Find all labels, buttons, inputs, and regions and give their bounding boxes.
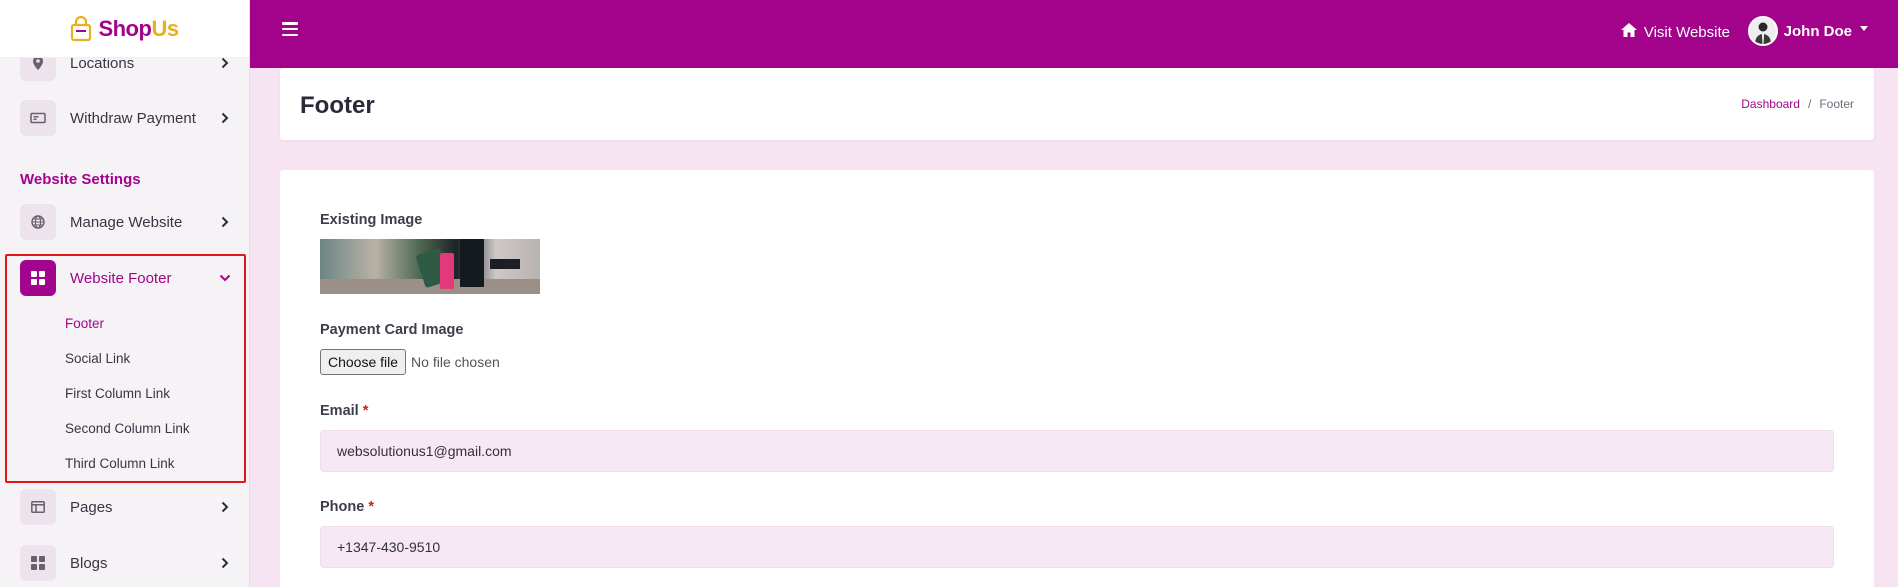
email-value: websolutionus1@gmail.com	[337, 443, 512, 459]
sidebar-item-label: Locations	[70, 58, 135, 72]
existing-payment-image	[320, 239, 540, 294]
page-title: Footer	[300, 92, 375, 119]
email-label: Email *	[320, 403, 369, 419]
chevron-right-icon	[219, 112, 231, 124]
section-title-website-settings: Website Settings	[20, 171, 141, 188]
shopping-bag-icon	[70, 15, 92, 42]
money-icon	[20, 100, 56, 136]
sidebar-item-label: Manage Website	[70, 213, 183, 231]
caret-down-icon	[1860, 25, 1868, 31]
phone-label: Phone *	[320, 499, 374, 515]
topbar: Visit Website John Doe	[250, 0, 1898, 68]
grid-icon	[20, 545, 56, 581]
user-name: John Doe	[1783, 22, 1852, 40]
chevron-right-icon	[219, 216, 231, 228]
footer-form: Existing Image Payment Card Image Choose…	[280, 170, 1874, 587]
existing-image-label: Existing Image	[320, 212, 423, 228]
phone-field[interactable]: +1347-430-9510	[320, 526, 1834, 568]
brand-logo[interactable]: ShopUs	[0, 0, 249, 58]
visit-website-link[interactable]: Visit Website	[1620, 22, 1730, 42]
file-status: No file chosen	[411, 354, 500, 370]
choose-file-button[interactable]: Choose file	[320, 349, 407, 375]
user-menu[interactable]: John Doe	[1747, 16, 1868, 46]
avatar	[1747, 16, 1778, 46]
sidebar-item-withdraw-payment[interactable]: Withdraw Payment	[20, 100, 231, 136]
sidebar-item-label: Blogs	[70, 554, 108, 572]
sidebar: ShopUs Locations Withdraw Payment Websit…	[0, 0, 250, 587]
layout-icon	[20, 489, 56, 525]
sidebar-item-locations[interactable]: Locations	[20, 58, 231, 81]
sidebar-item-label: Withdraw Payment	[70, 109, 196, 127]
chevron-right-icon	[219, 501, 231, 513]
sidebar-item-label: Pages	[70, 498, 113, 516]
home-icon	[1620, 22, 1638, 42]
page-header: Footer Dashboard / Footer	[280, 68, 1874, 140]
payment-card-image-label: Payment Card Image	[320, 322, 464, 338]
breadcrumb-current: Footer	[1819, 97, 1854, 111]
brand-name: ShopUs	[98, 15, 179, 41]
email-field[interactable]: websolutionus1@gmail.com	[320, 430, 1834, 472]
chevron-right-icon	[219, 58, 231, 69]
sidebar-item-pages[interactable]: Pages	[20, 489, 231, 525]
chevron-right-icon	[219, 557, 231, 569]
sidebar-item-blogs[interactable]: Blogs	[20, 545, 231, 581]
selection-highlight	[5, 254, 246, 483]
breadcrumb-separator: /	[1807, 97, 1812, 111]
map-pin-icon	[20, 58, 56, 81]
menu-toggle-icon[interactable]	[282, 22, 298, 36]
phone-value: +1347-430-9510	[337, 539, 441, 555]
breadcrumb: Dashboard / Footer	[1741, 97, 1854, 111]
sidebar-item-manage-website[interactable]: Manage Website	[20, 204, 231, 240]
payment-card-file-input[interactable]: Choose file No file chosen	[320, 349, 500, 375]
visit-website-label: Visit Website	[1643, 23, 1730, 41]
breadcrumb-dashboard[interactable]: Dashboard	[1741, 97, 1800, 111]
globe-icon	[20, 204, 56, 240]
